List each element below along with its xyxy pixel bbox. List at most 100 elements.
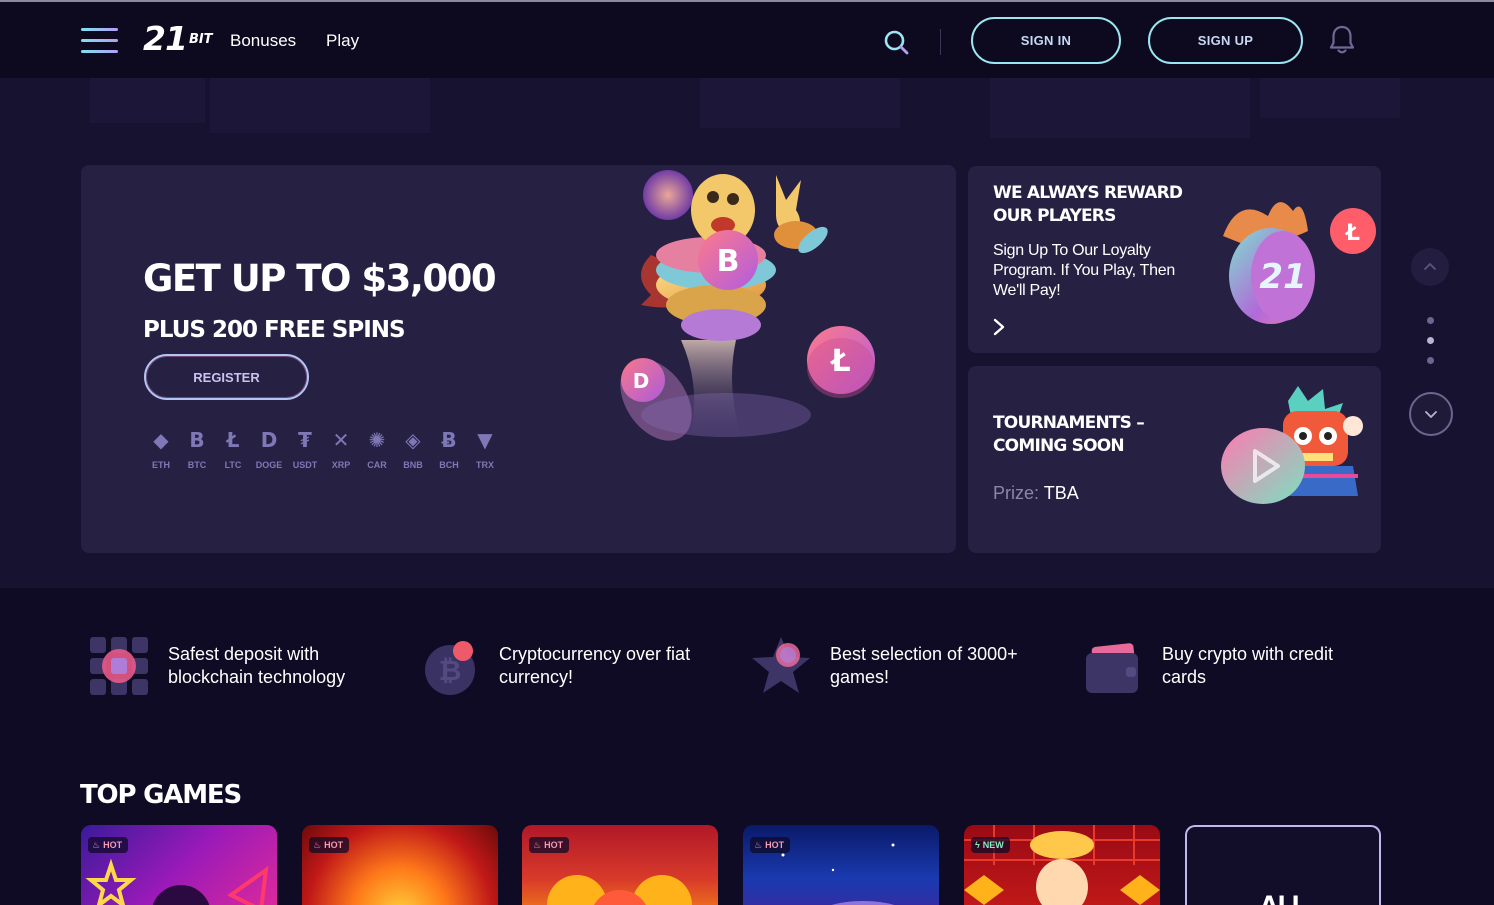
crypto-label: TRX [476, 460, 494, 470]
mascot-illustration: B Ł D [620, 170, 875, 441]
hero-title: GET UP TO $3,000 [143, 257, 497, 300]
site-header: 21 BIT Bonuses Play SIGN IN SIGN UP [0, 2, 1494, 78]
hot-badge: ♨ HOT [309, 837, 350, 853]
chevron-down-icon [1425, 411, 1437, 418]
game-card-3[interactable]: ♨ HOT [522, 825, 718, 905]
badge-label: NEW [982, 840, 1004, 850]
crypto-label: CAR [367, 460, 387, 470]
svg-text:Ł: Ł [829, 344, 850, 379]
bitcoin-icon: ₿ [425, 641, 475, 695]
top-games-title: TOP GAMES [80, 780, 242, 810]
xrp-icon: ✕ [332, 428, 350, 452]
flame-icon: ♨ [92, 839, 101, 850]
crypto-xrp: ✕ XRP [323, 428, 359, 470]
game-card-1[interactable]: ♨ HOT [81, 825, 277, 905]
feature-text: Safest deposit with blockchain technolog… [168, 644, 346, 687]
ltc-icon: Ł [226, 428, 240, 452]
crypto-eth: ◆ ETH [143, 428, 179, 470]
register-button[interactable]: REGISTER [144, 354, 309, 400]
crypto-label: USDT [292, 460, 318, 470]
trx-icon: ▼ [477, 428, 493, 452]
tournaments-card[interactable]: TOURNAMENTS – COMING SOON Prize: TBA [968, 366, 1381, 553]
new-badge: ϟ NEW [971, 837, 1010, 853]
tournaments-title: TOURNAMENTS – COMING SOON [993, 413, 1145, 456]
crypto-usdt: ₮ USDT [287, 428, 323, 470]
slider-up-button[interactable] [1411, 248, 1449, 286]
crypto-bch: Ƀ BCH [431, 428, 467, 470]
hero-subtitle: PLUS 200 FREE SPINS [143, 317, 406, 343]
crypto-label: BNB [403, 460, 423, 470]
crypto-car: ✺ CAR [359, 428, 395, 470]
game-card-2[interactable]: ♨ HOT [302, 825, 498, 905]
crypto-label: DOGE [255, 460, 283, 470]
badge-label: HOT [324, 840, 344, 850]
badge-label: HOT [544, 840, 564, 850]
logo-number: 21 [143, 19, 188, 58]
loyalty-text: Sign Up To Our Loyalty Program. If You P… [993, 242, 1175, 299]
hero-banner: GET UP TO $3,000 PLUS 200 FREE SPINS REG… [81, 165, 956, 553]
loyalty-coin-illustration: 21 Ł [1223, 202, 1376, 324]
feature-text: Buy crypto with credit cards [1162, 644, 1334, 687]
prize-value: TBA [1043, 483, 1079, 503]
prize-row: Prize: TBA [993, 483, 1079, 504]
chevron-right-icon[interactable] [992, 317, 1006, 337]
loyalty-title: WE ALWAYS REWARD OUR PLAYERS [993, 183, 1183, 226]
svg-text:D: D [633, 369, 650, 393]
header-divider [940, 29, 941, 55]
logo-text: BIT [188, 32, 213, 47]
game-card-4[interactable]: ♨ HOT [743, 825, 939, 905]
slider-dot-2[interactable] [1427, 337, 1434, 344]
crypto-btc: B BTC [179, 428, 215, 470]
chevron-up-icon [1424, 263, 1436, 270]
doge-icon: D [260, 428, 278, 452]
nav-bonuses[interactable]: Bonuses [230, 31, 296, 51]
hamburger-menu-icon[interactable] [81, 28, 118, 54]
flame-icon: ♨ [533, 839, 542, 850]
bell-icon[interactable] [1328, 24, 1356, 56]
crypto-trx: ▼ TRX [467, 428, 503, 470]
feature-games: Best selection of 3000+ games! [750, 635, 1040, 697]
badge-label: HOT [765, 840, 785, 850]
crypto-list: ◆ ETH B BTC Ł LTC D DOGE ₮ USDT ✕ XRP ✺ CAR ◈ BNB Ƀ BCH ▼ T… [143, 428, 503, 470]
star-icon [752, 637, 810, 693]
tournament-mascot-illustration [1221, 386, 1363, 504]
all-games-card[interactable]: ALL [1185, 825, 1381, 905]
hot-badge: ♨ HOT [529, 837, 570, 853]
nav-play[interactable]: Play [326, 31, 359, 51]
lightning-icon: ϟ [975, 840, 980, 850]
crypto-label: BTC [187, 460, 207, 470]
blockchain-icon [90, 637, 148, 695]
sign-up-button[interactable]: SIGN UP [1148, 17, 1303, 64]
slider-down-button[interactable] [1409, 392, 1453, 436]
feature-text: Best selection of 3000+ games! [830, 644, 1018, 687]
usdt-icon: ₮ [298, 428, 312, 452]
hot-badge: ♨ HOT [88, 837, 129, 853]
loyalty-card[interactable]: WE ALWAYS REWARD OUR PLAYERS Sign Up To … [968, 166, 1381, 353]
sign-in-button[interactable]: SIGN IN [971, 17, 1121, 64]
crypto-bnb: ◈ BNB [395, 428, 431, 470]
flame-icon: ♨ [754, 839, 763, 850]
slider-dot-1[interactable] [1427, 317, 1434, 324]
logo[interactable]: 21 BIT [143, 20, 213, 56]
flame-icon: ♨ [313, 839, 322, 850]
svg-text:21: 21 [1259, 257, 1306, 297]
svg-text:Ł: Ł [1345, 221, 1360, 246]
bch-icon: Ƀ [441, 428, 457, 452]
crypto-ltc: Ł LTC [215, 428, 251, 470]
all-games-label: ALL [1187, 893, 1379, 905]
crypto-doge: D DOGE [251, 428, 287, 470]
feature-text: Cryptocurrency over fiat currency! [499, 644, 691, 687]
eth-icon: ◆ [153, 428, 169, 452]
crypto-label: LTC [224, 460, 242, 470]
badge-label: HOT [103, 840, 123, 850]
svg-text:B: B [717, 244, 740, 279]
hot-badge: ♨ HOT [750, 837, 791, 853]
crypto-label: BCH [439, 460, 459, 470]
features-strip: Safest deposit with blockchain technolog… [0, 628, 1494, 708]
game-card-5[interactable]: ϟ NEW [964, 825, 1160, 905]
crypto-label: ETH [152, 460, 170, 470]
btc-icon: B [189, 428, 205, 452]
bnb-icon: ◈ [405, 428, 421, 452]
slider-dot-3[interactable] [1427, 357, 1434, 364]
search-icon[interactable] [884, 30, 909, 55]
